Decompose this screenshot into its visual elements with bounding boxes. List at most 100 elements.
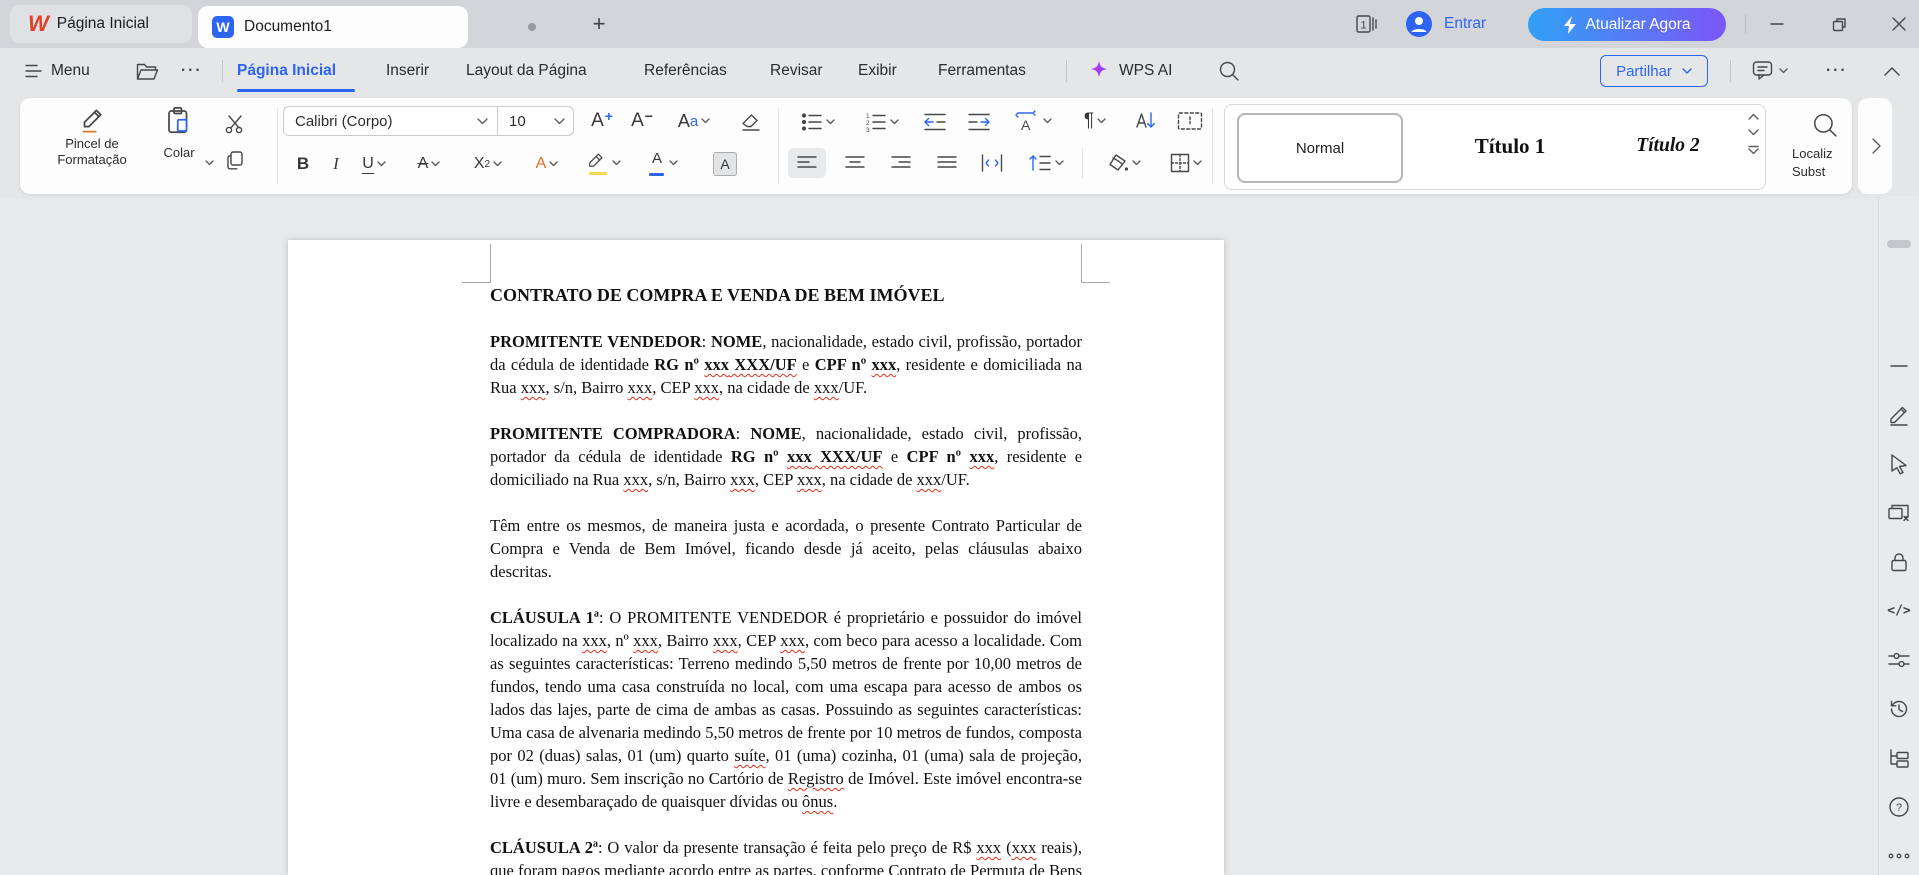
decrease-font-button[interactable]: A − <box>626 106 658 136</box>
decrease-indent-button[interactable] <box>918 108 952 136</box>
sidebar-settings-button[interactable] <box>1888 651 1910 669</box>
tab-layout-da-pagina[interactable]: Layout da Página <box>466 48 587 94</box>
history-clock-icon <box>1890 700 1908 718</box>
lock-icon <box>1891 553 1907 572</box>
comments-button[interactable] <box>1752 48 1788 94</box>
tab-pagina-inicial[interactable]: Página Inicial <box>237 48 336 94</box>
document-title[interactable]: CONTRATO DE COMPRA E VENDA DE BEM IMÓVEL <box>490 284 1082 307</box>
avatar[interactable] <box>1406 11 1432 37</box>
line-spacing-button[interactable] <box>1020 148 1072 178</box>
paste-button[interactable]: Colar <box>148 106 210 182</box>
justify-button[interactable] <box>928 148 966 178</box>
tab-referencias[interactable]: Referências <box>644 48 727 94</box>
gallery-down-button[interactable] <box>1748 129 1759 136</box>
sidebar-handle[interactable] <box>1887 240 1911 248</box>
tab-exibir[interactable]: Exibir <box>858 48 897 94</box>
collapse-ribbon-button[interactable] <box>1884 48 1900 94</box>
sidebar-close-windows-button[interactable] <box>1887 503 1911 523</box>
sidebar-code-button[interactable]: </> <box>1887 604 1910 619</box>
character-shading-button[interactable]: A <box>712 151 738 177</box>
borders-icon <box>1170 153 1190 173</box>
gallery-more-button[interactable] <box>1748 145 1759 155</box>
document-canvas[interactable]: CONTRATO DE COMPRA E VENDA DE BEM IMÓVEL… <box>0 198 1878 875</box>
tab-ferramentas[interactable]: Ferramentas <box>938 48 1026 94</box>
superscript-button[interactable]: X 2 <box>464 150 512 178</box>
doc-paragraph[interactable]: PROMITENTE VENDEDOR: NOME, nacionalidade… <box>490 330 1082 399</box>
style-titulo-2[interactable]: Título 2 <box>1593 113 1743 179</box>
font-name-select[interactable]: Calibri (Corpo) <box>283 106 498 136</box>
chevron-down-icon <box>1043 118 1052 124</box>
table-cells-icon <box>1177 112 1203 130</box>
doc-paragraph[interactable]: CLÁUSULA 1ª: O PROMITENTE VENDEDOR é pro… <box>490 606 1082 813</box>
increase-indent-button[interactable] <box>962 108 996 136</box>
restore-button[interactable] <box>1824 9 1854 39</box>
new-tab-button[interactable]: + <box>586 11 612 37</box>
highlight-color-button[interactable] <box>582 148 626 178</box>
update-now-button[interactable]: Atualizar Agora <box>1528 8 1726 41</box>
copy-button[interactable] <box>222 148 248 172</box>
text-direction-button[interactable]: A <box>1006 106 1060 136</box>
clear-formatting-button[interactable] <box>734 106 768 136</box>
increase-font-glyph: A <box>591 110 604 131</box>
cut-button[interactable] <box>222 112 248 136</box>
text-effects-button[interactable]: A <box>526 150 568 178</box>
more-ribbon-options-button[interactable]: ··· <box>1826 48 1848 94</box>
cell-merge-button[interactable] <box>1172 106 1208 136</box>
tab-revisar[interactable]: Revisar <box>770 48 823 94</box>
doc-paragraph[interactable]: Têm entre os mesmos, de maneira justa e … <box>490 514 1082 583</box>
underline-button[interactable]: U <box>354 150 394 178</box>
align-right-button[interactable] <box>882 148 920 178</box>
align-left-button[interactable] <box>788 148 826 178</box>
document-tab[interactable]: W Documento1 <box>198 6 536 48</box>
italic-button[interactable]: I <box>324 150 348 178</box>
doc-paragraph[interactable]: CLÁUSULA 2ª: O valor da presente transaç… <box>490 836 1082 875</box>
find-replace-group[interactable]: Localiz Subst <box>1786 104 1852 190</box>
wps-ai-button[interactable]: WPS AI <box>1088 48 1172 94</box>
doc-paragraph[interactable]: PROMITENTE COMPRADORA: NOME, nacionalida… <box>490 422 1082 491</box>
share-button[interactable]: Partilhar <box>1600 55 1708 87</box>
format-painter-button[interactable]: Pincel de Formatação <box>57 106 127 182</box>
numbered-list-button[interactable]: 1 2 3 <box>856 108 908 136</box>
distribute-button[interactable] <box>972 148 1012 178</box>
sidebar-annotate-button[interactable] <box>1888 404 1910 426</box>
window-count-icon: 1 <box>1356 15 1377 33</box>
sidebar-outline-button[interactable] <box>1888 748 1910 768</box>
sidebar-lock-button[interactable] <box>1889 551 1909 573</box>
style-normal[interactable]: Normal <box>1237 113 1403 183</box>
increase-font-button[interactable]: A + <box>586 106 618 136</box>
bold-button[interactable]: B <box>290 150 316 178</box>
menu-button[interactable]: Menu <box>25 48 90 94</box>
bullet-list-button[interactable] <box>792 108 844 136</box>
ribbon-expand-strip[interactable] <box>1858 98 1892 194</box>
tab-inserir[interactable]: Inserir <box>386 48 429 94</box>
document-page[interactable]: CONTRATO DE COMPRA E VENDA DE BEM IMÓVEL… <box>288 240 1224 875</box>
shading-button[interactable] <box>1098 148 1150 178</box>
font-size-select[interactable]: 10 <box>498 106 574 136</box>
paste-chevron-icon[interactable] <box>205 160 214 166</box>
home-tab[interactable]: W Página Inicial <box>10 5 192 43</box>
window-list-badge[interactable]: 1 <box>1354 12 1380 36</box>
sort-button[interactable] <box>1128 106 1164 136</box>
show-marks-button[interactable]: ¶ <box>1072 106 1118 136</box>
open-file-button[interactable] <box>136 48 159 94</box>
sidebar-help-button[interactable]: ? <box>1888 796 1910 818</box>
more-file-actions-button[interactable]: ··· <box>181 48 203 94</box>
style-titulo-1[interactable]: Título 1 <box>1435 113 1585 179</box>
document-body[interactable]: PROMITENTE VENDEDOR: NOME, nacionalidade… <box>490 330 1082 875</box>
sidebar-history-button[interactable] <box>1888 698 1910 720</box>
sidebar-more-button[interactable] <box>1888 853 1910 859</box>
strikethrough-button[interactable]: A <box>408 150 450 178</box>
gallery-up-button[interactable] <box>1748 113 1759 120</box>
sidebar-select-button[interactable] <box>1889 453 1909 475</box>
change-case-button[interactable]: A a <box>668 106 720 136</box>
minimize-button[interactable] <box>1762 9 1792 39</box>
align-center-button[interactable] <box>836 148 874 178</box>
borders-button[interactable] <box>1160 148 1212 178</box>
line-spacing-icon <box>1029 155 1051 171</box>
sidebar-collapse-button[interactable] <box>1889 363 1909 369</box>
font-color-button[interactable]: A <box>642 148 684 178</box>
search-button[interactable] <box>1218 48 1240 94</box>
close-button[interactable] <box>1884 9 1914 39</box>
document-text[interactable]: CONTRATO DE COMPRA E VENDA DE BEM IMÓVEL… <box>490 284 1082 875</box>
sign-in-link[interactable]: Entrar <box>1444 15 1486 33</box>
